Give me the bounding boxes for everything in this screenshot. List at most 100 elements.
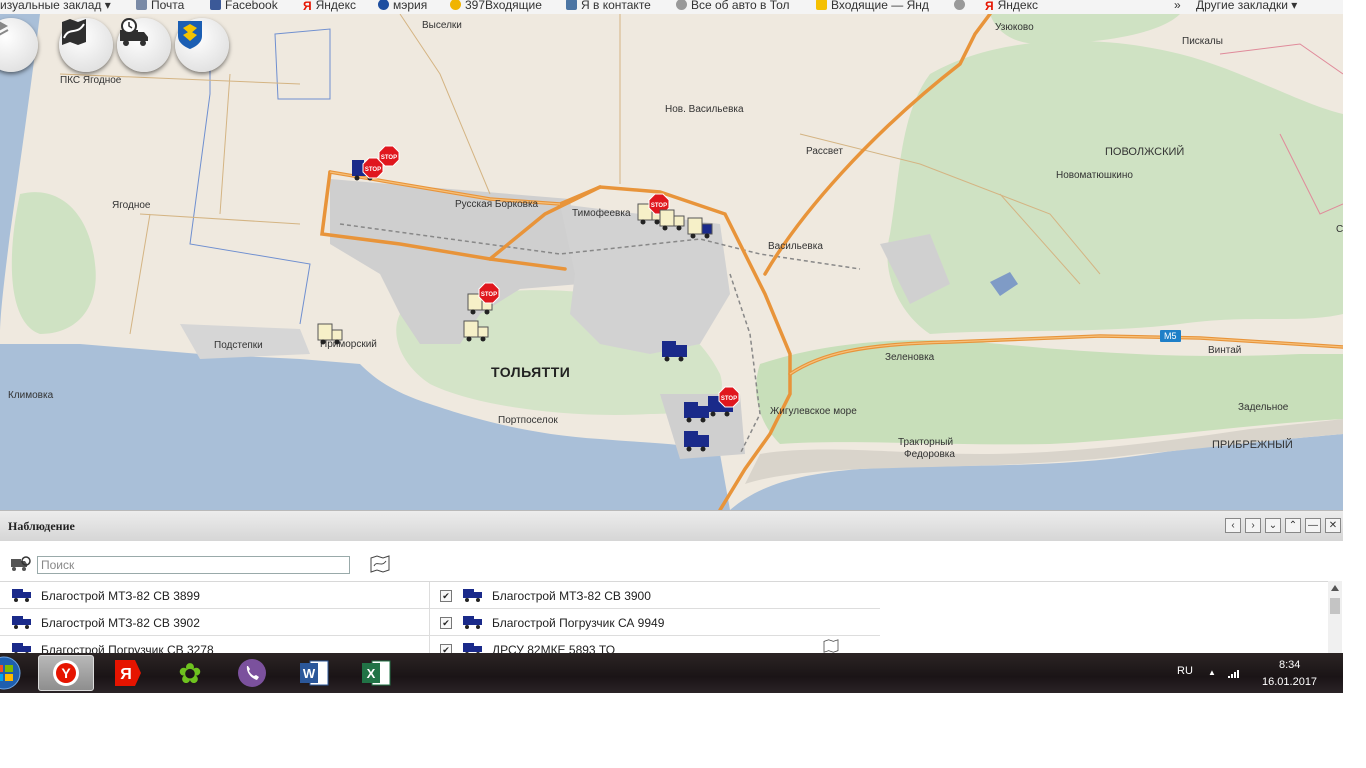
svg-text:Y: Y bbox=[61, 665, 71, 681]
vehicle-name: ДРСУ 82МКЕ 5893 ТО bbox=[492, 643, 616, 653]
vehicle-checkbox[interactable]: ✔ bbox=[440, 617, 452, 629]
map-label: Русская Борковка bbox=[455, 199, 539, 210]
map-label: ПРИБРЕЖНЫЙ bbox=[1212, 439, 1293, 451]
vehicle-checkbox[interactable]: ✔ bbox=[440, 590, 452, 602]
bookmark-yandex-2[interactable]: Я Яндекс bbox=[985, 0, 1038, 13]
bookmarks-more[interactable]: » bbox=[1174, 0, 1181, 13]
truck-clock-icon bbox=[120, 18, 148, 46]
map-label: Подстепки bbox=[214, 340, 263, 351]
vehicle-name: Благострой МТЗ-82 СВ 3899 bbox=[41, 589, 200, 603]
yandex-mail-icon bbox=[816, 0, 827, 10]
road-badge-m5: М5 bbox=[1160, 330, 1181, 342]
search-input[interactable] bbox=[37, 556, 350, 574]
list-item[interactable]: ✔ Благострой Погрузчик СА 9949 bbox=[430, 609, 880, 636]
list-item[interactable]: ✔ Благострой МТЗ-82 СВ 3900 bbox=[430, 582, 880, 609]
icq-icon: ✿ bbox=[178, 657, 202, 689]
map-icon[interactable] bbox=[370, 555, 390, 573]
vehicle-search-icon bbox=[11, 556, 31, 571]
bookmark-auto[interactable]: Все об авто в Тол bbox=[676, 0, 790, 13]
language-indicator[interactable]: RU bbox=[1177, 665, 1193, 677]
list-item[interactable]: Благострой МТЗ-82 СВ 3902 bbox=[0, 609, 430, 636]
bookmark-facebook[interactable]: Facebook bbox=[210, 0, 278, 13]
panel-minimize-button[interactable]: — bbox=[1305, 518, 1321, 533]
city-emblem-button[interactable] bbox=[175, 18, 229, 72]
map-label: Тракторный bbox=[898, 437, 954, 448]
map-label: Винтай bbox=[1208, 345, 1242, 356]
tray-expand-icon[interactable]: ▲ bbox=[1208, 668, 1216, 677]
svg-text:STOP: STOP bbox=[721, 396, 737, 402]
bookmark-yandex[interactable]: Я Яндекс bbox=[303, 0, 356, 13]
map-label: Выселки bbox=[422, 20, 462, 31]
truck-marker-white[interactable] bbox=[686, 214, 716, 240]
svg-text:Я: Я bbox=[120, 666, 132, 683]
panel-expand-button[interactable]: ⌃ bbox=[1285, 518, 1301, 533]
stop-sign-icon: STOP bbox=[718, 386, 740, 408]
bookmark-star[interactable] bbox=[954, 0, 969, 13]
panel-prev-button[interactable]: ‹ bbox=[1225, 518, 1241, 533]
scroll-up-arrow[interactable] bbox=[1331, 585, 1339, 591]
taskbar-viber[interactable] bbox=[224, 655, 280, 691]
bookmark-meriya[interactable]: мэрия bbox=[378, 0, 427, 13]
taskbar-yandex[interactable]: Я bbox=[100, 655, 156, 691]
map-label: ТОЛЬЯТТИ bbox=[491, 364, 571, 380]
scroll-thumb[interactable] bbox=[1330, 598, 1340, 614]
truck-marker-white[interactable] bbox=[462, 317, 492, 343]
truck-marker-blue[interactable] bbox=[682, 427, 712, 453]
yandex-icon: Я bbox=[985, 0, 994, 13]
map-view[interactable]: Выселки ПКС Ягодное Узюково Пискалы Нов.… bbox=[0, 14, 1343, 510]
network-signal-icon[interactable] bbox=[1228, 668, 1242, 678]
svg-text:STOP: STOP bbox=[381, 155, 397, 161]
start-button[interactable] bbox=[0, 655, 24, 691]
map-label: Ягодное bbox=[112, 200, 151, 211]
vehicle-name: Благострой МТЗ-82 СВ 3900 bbox=[492, 589, 651, 603]
list-item[interactable]: Благострой Погрузчик СВ 3278 bbox=[0, 636, 430, 653]
excel-icon: X bbox=[362, 660, 391, 686]
history-button[interactable] bbox=[117, 18, 171, 72]
taskbar-word[interactable]: W bbox=[286, 655, 342, 691]
taskbar-yandex-browser[interactable]: Y bbox=[38, 655, 94, 691]
panel-next-button[interactable]: › bbox=[1245, 518, 1261, 533]
bookmark-label: мэрия bbox=[393, 0, 428, 12]
svg-text:STOP: STOP bbox=[365, 167, 381, 173]
truck-marker-blue[interactable] bbox=[660, 337, 690, 363]
bookmark-label: 397Входящие bbox=[465, 0, 542, 12]
svg-text:STOP: STOP bbox=[481, 292, 497, 298]
car-icon bbox=[954, 0, 965, 10]
truck-marker-white[interactable] bbox=[316, 320, 346, 346]
list-item[interactable]: Благострой МТЗ-82 СВ 3899 bbox=[0, 582, 430, 609]
icq-mail-icon bbox=[450, 0, 461, 10]
bookmark-mail[interactable]: Почта bbox=[136, 0, 184, 13]
bookmark-visual[interactable]: Визуальные заклад ▾ bbox=[0, 0, 111, 13]
truck-marker-white[interactable] bbox=[658, 206, 688, 232]
list-scrollbar[interactable] bbox=[1328, 581, 1342, 653]
clock-time[interactable]: 8:34 bbox=[1279, 659, 1300, 671]
routes-icon bbox=[62, 19, 86, 45]
panel-collapse-button[interactable]: ⌄ bbox=[1265, 518, 1281, 533]
map-label: Нов. Васильевка bbox=[665, 104, 744, 115]
list-item[interactable]: ✔ ДРСУ 82МКЕ 5893 ТО bbox=[430, 636, 880, 653]
taskbar-icq[interactable]: ✿ bbox=[162, 655, 218, 691]
bookmark-label: Все об авто в Тол bbox=[691, 0, 790, 12]
routes-button[interactable] bbox=[59, 18, 113, 72]
monitoring-panel-header: Наблюдение ‹ › ⌄ ⌃ — ✕ bbox=[0, 510, 1343, 542]
city-emblem-icon bbox=[178, 21, 202, 49]
layers-icon bbox=[0, 21, 9, 36]
vehicle-checkbox[interactable]: ✔ bbox=[440, 644, 452, 653]
monitoring-panel-body: Благострой МТЗ-82 СВ 3899 ✔ Благострой М… bbox=[0, 541, 1343, 653]
truck-icon bbox=[12, 643, 31, 653]
clock-date[interactable]: 16.01.2017 bbox=[1262, 676, 1317, 688]
map-label: Федоровка bbox=[904, 449, 955, 460]
yandex-icon: Я bbox=[115, 660, 141, 686]
bookmark-label: Почта bbox=[151, 0, 185, 12]
other-bookmarks[interactable]: Другие закладки ▾ bbox=[1196, 0, 1297, 13]
stop-sign-icon: STOP bbox=[478, 282, 500, 304]
bookmark-yandex-mail[interactable]: Входящие — Янд bbox=[816, 0, 929, 13]
panel-close-button[interactable]: ✕ bbox=[1325, 518, 1341, 533]
bookmark-vk[interactable]: Я в контакте bbox=[566, 0, 651, 13]
taskbar-excel[interactable]: X bbox=[348, 655, 404, 691]
panel-title: Наблюдение bbox=[8, 519, 75, 533]
vehicle-name: Благострой МТЗ-82 СВ 3902 bbox=[41, 616, 200, 630]
bookmark-label: Входящие — Янд bbox=[831, 0, 929, 12]
bookmark-inbox-397[interactable]: 397Входящие bbox=[450, 0, 542, 13]
map-icon[interactable] bbox=[822, 639, 840, 653]
